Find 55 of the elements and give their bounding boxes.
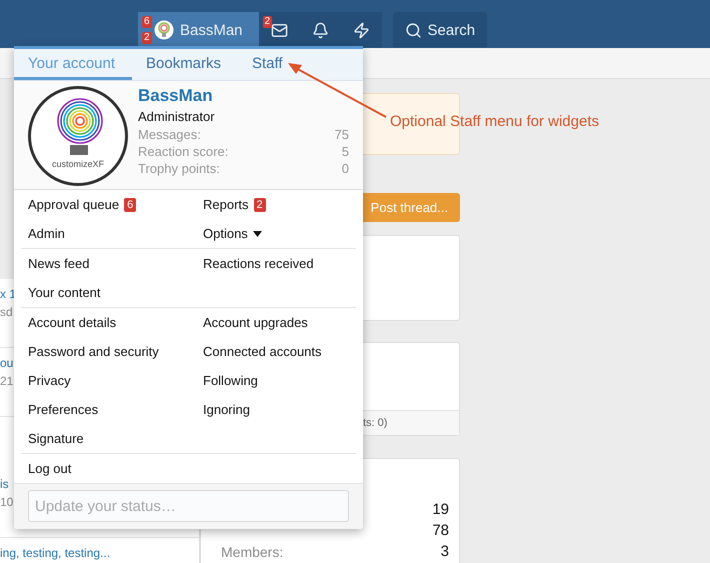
thread-title-link[interactable]: is [0,477,9,491]
stat-value: 5 [342,143,349,160]
count-badge: 6 [124,198,136,212]
menu-link[interactable]: Following [196,366,356,395]
menu-link[interactable]: Account details [21,308,196,337]
stat-label: Reaction score: [138,143,228,160]
menu-link[interactable]: Log out [21,454,196,483]
stat-value: 19 [432,501,449,518]
avatar-icon [154,20,174,40]
menu-link[interactable]: Options [196,219,356,248]
menu-tab[interactable]: Staff [238,49,318,80]
thread-meta: 21 [0,374,14,388]
user-name[interactable]: BassMan [138,86,349,106]
bolt-button[interactable] [340,12,382,48]
search-icon [404,22,422,38]
menu-link[interactable]: Account upgrades [196,308,356,337]
thread-title-link[interactable]: ou [0,356,14,370]
logo-caption: customizeXF [52,159,104,169]
menu-link[interactable]: Connected accounts [196,337,356,366]
stat-value: 0 [342,160,349,177]
account-tab[interactable]: 6 2 BassMan [138,12,259,48]
menu-link[interactable]: Approval queue 6 [21,190,196,219]
menu-link[interactable]: News feed [21,249,196,278]
menu-link[interactable]: Preferences [21,395,196,424]
menu-link[interactable]: Reactions received [196,249,356,278]
thread-meta: sd [0,305,13,319]
count-badge: 2 [254,198,266,212]
menu-link[interactable]: Signature [21,424,196,453]
stat-label: Members: [221,544,284,560]
stat-label: Trophy points: [138,160,220,177]
alert-badge: 2 [142,32,152,44]
stat-value: 75 [334,126,349,143]
card-footer-text: ts: 0) [363,417,388,429]
stat-value: 78 [432,522,449,539]
thread-meta: 10 [0,495,14,509]
menu-link[interactable]: Ignoring [196,395,356,424]
bolt-icon [352,22,370,38]
bell-icon [312,22,329,38]
menu-link[interactable]: Reports 2 [196,190,356,219]
annotation-text: Optional Staff menu for widgets [390,113,600,130]
menu-link[interactable]: Password and security [21,337,196,366]
count-badge: 2 [262,16,272,28]
alert-badge: 6 [142,16,152,28]
mail-icon [270,22,288,38]
menu-link[interactable]: Privacy [21,366,196,395]
user-role: Administrator [138,109,216,124]
menu-tab[interactable]: Bookmarks [132,49,238,80]
status-input[interactable]: Update your status… [28,490,349,522]
menu-link[interactable]: Your content [21,278,196,307]
search-button[interactable]: Search [392,12,488,48]
menu-link[interactable]: Admin [21,219,196,248]
stat-value: 3 [440,543,449,560]
stat-label: Messages: [138,126,201,143]
mail-button[interactable]: 2 [258,12,300,48]
thread-title-link[interactable]: ing, testing, testing... [0,546,110,560]
